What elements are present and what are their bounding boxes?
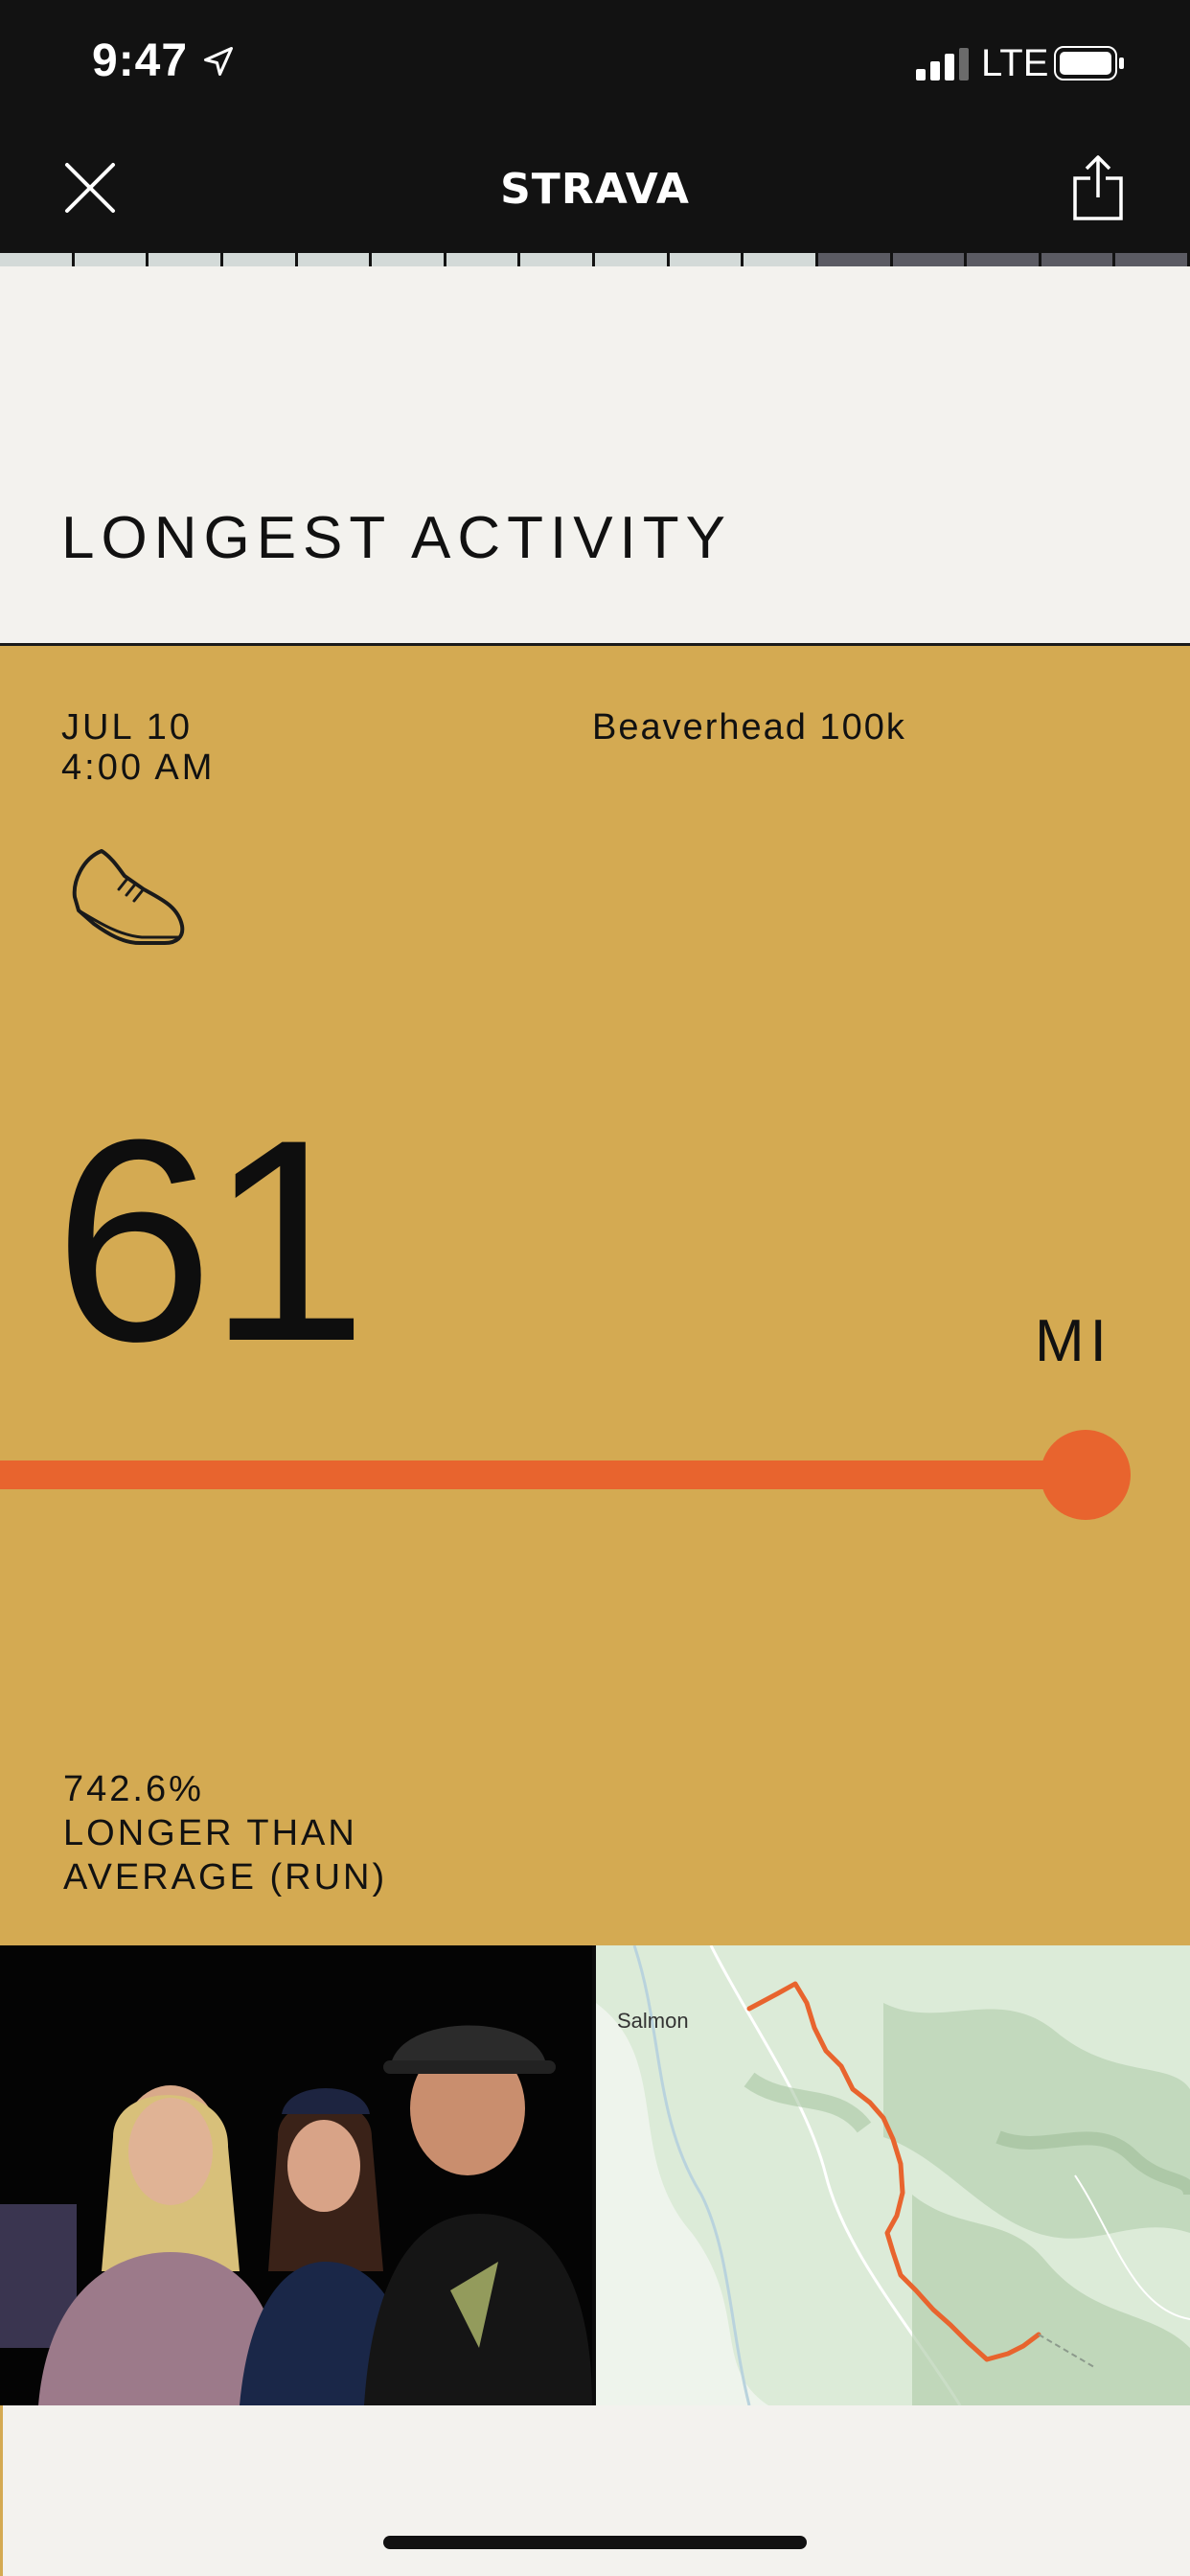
- progress-segment: [669, 253, 744, 266]
- progress-segment: [297, 253, 373, 266]
- story-progress-bar: [0, 253, 1190, 266]
- activity-datetime: JUL 10 4:00 AM: [61, 707, 215, 788]
- home-indicator[interactable]: [383, 2536, 807, 2549]
- route-map[interactable]: Salmon: [596, 1945, 1190, 2405]
- progress-segment: [520, 253, 595, 266]
- progress-segment: [744, 253, 818, 266]
- distance-bar-knob: [1041, 1430, 1131, 1520]
- strava-logo: STRAVA: [500, 165, 690, 214]
- progress-segment: [967, 253, 1041, 266]
- status-time: 9:47: [92, 35, 189, 86]
- progress-segment: [0, 253, 75, 266]
- carrier-label: LTE: [981, 42, 1049, 84]
- signal-icon: [916, 48, 969, 80]
- photo-illustration: [0, 1945, 592, 2405]
- comparison-stat: 742.6% LONGER THAN AVERAGE (RUN): [63, 1767, 387, 1899]
- running-shoe-icon: [72, 849, 185, 945]
- activity-name: Beaverhead 100k: [592, 707, 906, 748]
- progress-segment: [1041, 253, 1116, 266]
- activity-date: JUL 10: [61, 707, 193, 748]
- progress-segment: [149, 253, 223, 266]
- location-arrow-icon: [204, 47, 233, 76]
- map-place-label: Salmon: [617, 2009, 689, 2033]
- next-card-preview: [0, 2405, 1190, 2576]
- progress-segment: [817, 253, 893, 266]
- title-section: LONGEST ACTIVITY: [0, 266, 1190, 646]
- distance-unit: MI: [1035, 1308, 1112, 1374]
- media-row: Salmon: [0, 1945, 1190, 2405]
- distance-value: 61: [54, 1079, 368, 1401]
- stat-line-2: AVERAGE (RUN): [63, 1857, 388, 1898]
- status-bar: 9:47 LTE: [0, 0, 1190, 134]
- activity-time: 4:00 AM: [61, 748, 216, 788]
- battery-icon: [1054, 46, 1124, 80]
- stat-line-1: LONGER THAN: [63, 1813, 357, 1853]
- activity-card[interactable]: JUL 10 4:00 AM Beaverhead 100k 61 MI 742…: [0, 646, 1190, 1945]
- progress-segment: [892, 253, 968, 266]
- progress-segment: [74, 253, 149, 266]
- progress-segment: [446, 253, 521, 266]
- progress-segment: [1115, 253, 1190, 266]
- page-title: LONGEST ACTIVITY: [61, 505, 733, 571]
- share-icon[interactable]: [1069, 153, 1127, 222]
- progress-segment: [222, 253, 298, 266]
- activity-photo[interactable]: [0, 1945, 592, 2405]
- distance-bar: [0, 1460, 1088, 1489]
- progress-segment: [372, 253, 446, 266]
- progress-segment: [595, 253, 670, 266]
- stat-value: 742.6%: [63, 1769, 204, 1809]
